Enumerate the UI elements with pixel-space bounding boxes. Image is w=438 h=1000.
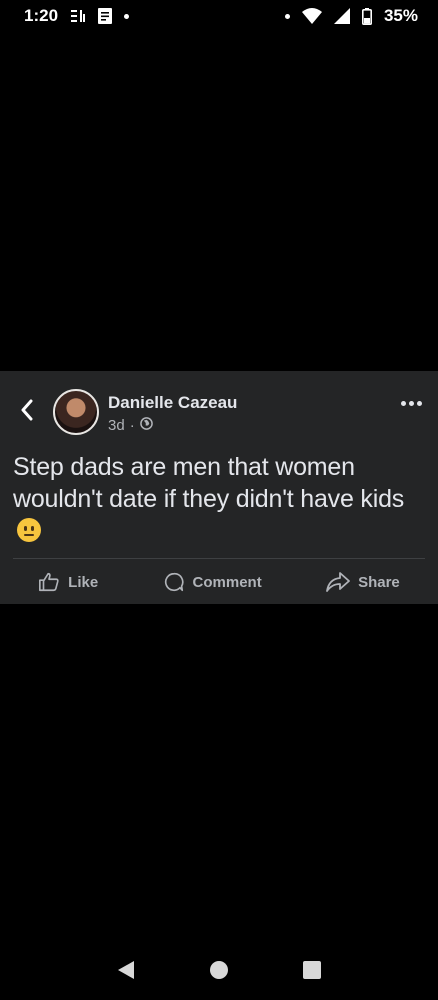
thumbs-up-icon xyxy=(39,572,59,592)
nav-back-button[interactable] xyxy=(111,955,141,985)
like-label: Like xyxy=(68,573,99,591)
share-icon xyxy=(326,572,350,592)
dot-icon xyxy=(284,13,290,19)
back-button[interactable] xyxy=(14,395,40,425)
post-time[interactable]: 3d xyxy=(108,417,125,434)
battery-icon xyxy=(361,7,372,25)
battery-percent: 35% xyxy=(383,6,418,25)
neutral-face-emoji-icon xyxy=(17,518,41,542)
chevron-left-icon xyxy=(21,399,33,421)
like-button[interactable]: Like xyxy=(38,571,98,593)
circle-home-icon xyxy=(209,961,228,979)
triangle-back-icon xyxy=(118,961,135,979)
navigation-bar xyxy=(0,940,438,1000)
globe-icon xyxy=(139,417,153,434)
document-icon xyxy=(98,8,113,24)
post-text-body: Step dads are men that women wouldn't da… xyxy=(13,453,405,513)
status-bar-left: 1:20 xyxy=(24,6,130,26)
dot-icon xyxy=(409,401,414,406)
dot-icon xyxy=(417,401,422,406)
nav-home-button[interactable] xyxy=(204,955,234,985)
status-time: 1:20 xyxy=(24,6,59,25)
post-actions: Like Comment Share xyxy=(0,567,438,597)
dot-icon xyxy=(401,401,406,406)
status-bar-right: 35% xyxy=(284,6,418,26)
post-meta: 3d · xyxy=(108,417,153,434)
nav-recents-button[interactable] xyxy=(297,955,327,985)
comment-icon xyxy=(164,572,184,592)
comment-button[interactable]: Comment xyxy=(163,571,262,593)
more-options-button[interactable] xyxy=(401,401,422,406)
square-recents-icon xyxy=(302,961,321,979)
signal-icon xyxy=(333,8,350,24)
author-name[interactable]: Danielle Cazeau xyxy=(108,393,237,413)
notification-icon xyxy=(70,9,86,23)
status-bar: 1:20 35% xyxy=(0,0,438,32)
screen: 1:20 35% Danielle Cazeau 3d · Step dads … xyxy=(0,0,438,1000)
share-button[interactable]: Share xyxy=(326,571,400,593)
post-card: Danielle Cazeau 3d · Step dads are men t… xyxy=(0,371,438,604)
divider xyxy=(13,558,425,559)
wifi-icon xyxy=(301,8,322,24)
comment-label: Comment xyxy=(192,573,262,591)
avatar[interactable] xyxy=(53,389,99,435)
post-text: Step dads are men that women wouldn't da… xyxy=(13,451,413,547)
share-label: Share xyxy=(358,573,400,591)
dot-icon xyxy=(124,13,130,19)
meta-separator: · xyxy=(129,417,135,434)
